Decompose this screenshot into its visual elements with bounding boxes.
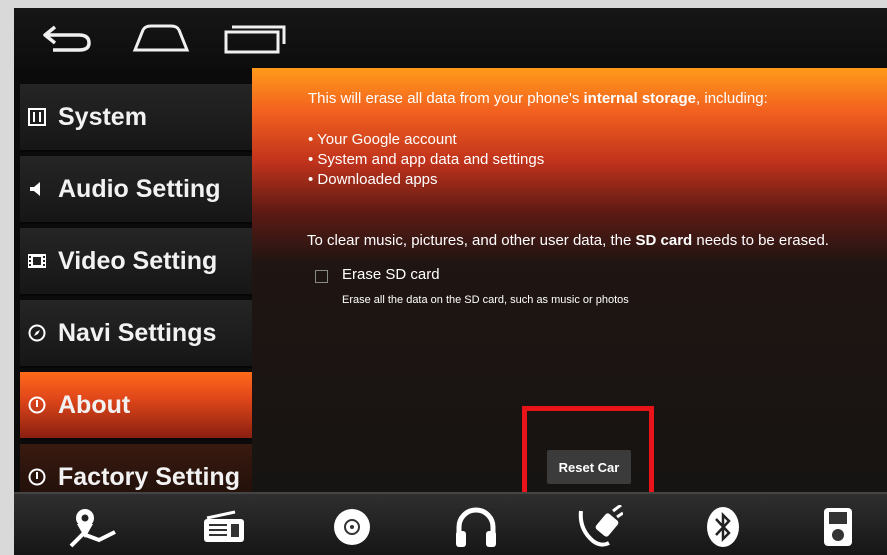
system-icon xyxy=(26,106,48,128)
sidebar-item-system[interactable]: System xyxy=(20,84,252,152)
headphones-icon[interactable] xyxy=(452,504,500,550)
speaker-icon xyxy=(26,178,48,200)
sidebar-item-label: Video Setting xyxy=(58,246,218,275)
screen-frame: System Audio Setting Video Setting Navi … xyxy=(14,8,887,555)
info-icon xyxy=(26,466,48,488)
settings-sidebar: System Audio Setting Video Setting Navi … xyxy=(14,72,252,512)
sidebar-item-label: About xyxy=(58,390,131,419)
radio-icon[interactable] xyxy=(200,504,248,550)
reset-button-highlight-box xyxy=(522,406,654,502)
list-item: Your Google account xyxy=(308,130,544,150)
erase-warning-text: This will erase all data from your phone… xyxy=(308,90,768,107)
erase-sd-label[interactable]: Erase SD card xyxy=(342,266,440,283)
back-arrow-icon[interactable] xyxy=(32,18,102,58)
media-player-icon[interactable] xyxy=(814,504,862,550)
list-item: Downloaded apps xyxy=(308,170,544,190)
compass-icon xyxy=(26,322,48,344)
sidebar-item-about[interactable]: About xyxy=(20,372,252,440)
sidebar-item-video-setting[interactable]: Video Setting xyxy=(20,228,252,296)
film-icon xyxy=(26,250,48,272)
sd-card-message: To clear music, pictures, and other user… xyxy=(307,232,829,249)
home-icon[interactable] xyxy=(126,18,196,58)
bottom-dock xyxy=(14,492,887,555)
sidebar-item-label: Navi Settings xyxy=(58,318,217,347)
disc-icon[interactable] xyxy=(328,504,376,550)
list-item: System and app data and settings xyxy=(308,150,544,170)
recent-apps-icon[interactable] xyxy=(219,18,289,58)
sidebar-item-label: System xyxy=(58,102,147,131)
sidebar-item-label: Factory Setting xyxy=(58,462,240,491)
phone-link-icon[interactable] xyxy=(576,504,624,550)
system-navigation-bar xyxy=(14,8,887,68)
info-icon xyxy=(26,394,48,416)
sidebar-item-audio-setting[interactable]: Audio Setting xyxy=(20,156,252,224)
sidebar-item-navi-settings[interactable]: Navi Settings xyxy=(20,300,252,368)
erase-items-list: Your Google account System and app data … xyxy=(308,130,544,190)
navigation-icon[interactable] xyxy=(69,504,117,550)
erase-sd-checkbox[interactable] xyxy=(315,270,328,283)
sidebar-item-label: Audio Setting xyxy=(58,174,221,203)
bluetooth-icon[interactable] xyxy=(699,504,747,550)
erase-sd-description: Erase all the data on the SD card, such … xyxy=(342,294,629,306)
